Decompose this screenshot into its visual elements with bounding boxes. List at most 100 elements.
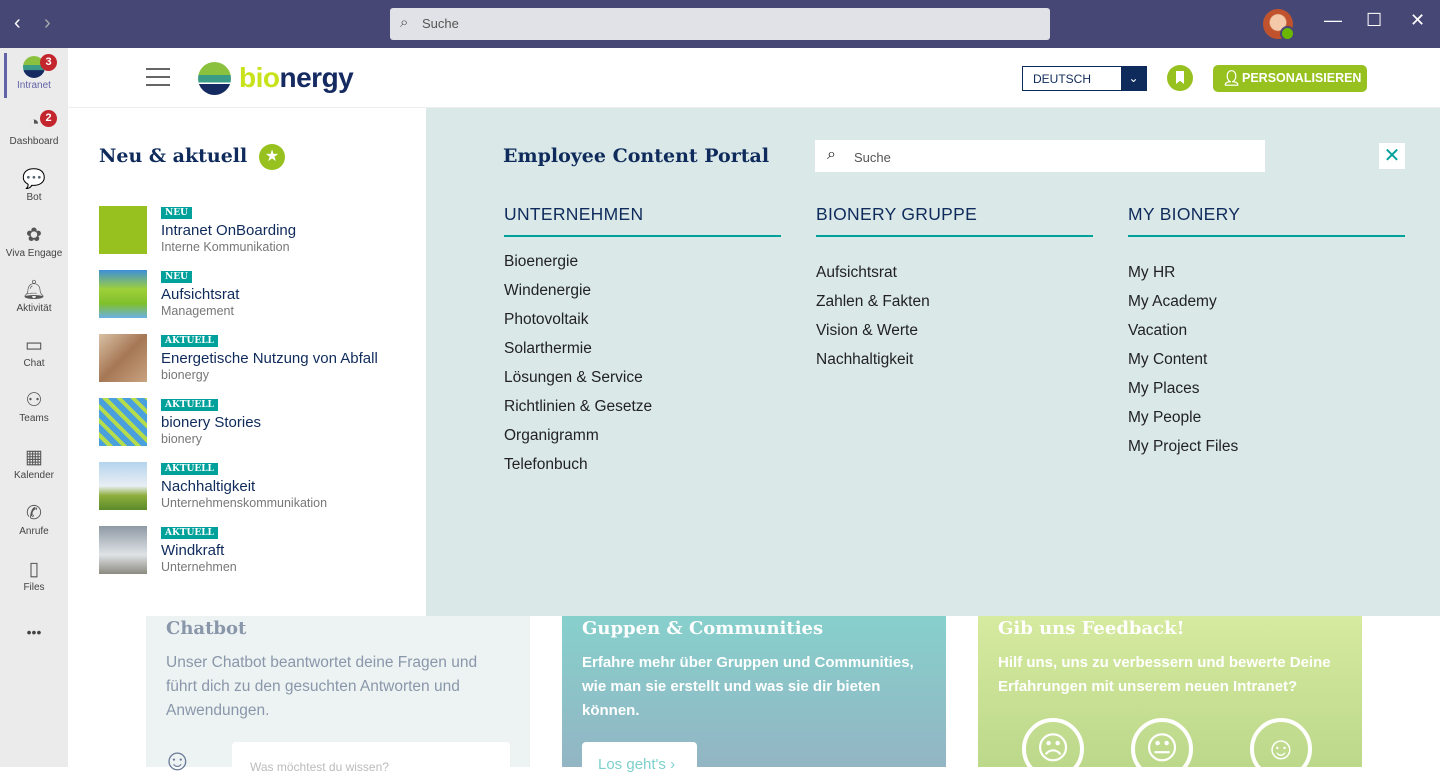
- news-item[interactable]: NEU Aufsichtsrat Management: [99, 270, 419, 320]
- rail-item-intranet[interactable]: 3 Intranet: [0, 54, 68, 91]
- language-select[interactable]: DEUTSCH ⌄: [1022, 66, 1147, 91]
- news-item[interactable]: AKTUELL Energetische Nutzung von Abfall …: [99, 334, 419, 384]
- portal-link[interactable]: My HR: [1128, 258, 1405, 287]
- portal-link[interactable]: Richtlinien & Gesetze: [504, 392, 781, 421]
- news-thumbnail: [99, 398, 147, 446]
- news-thumbnail: [99, 462, 147, 510]
- portal-link[interactable]: Vacation: [1128, 316, 1405, 345]
- global-search-input[interactable]: ⌕ Suche: [390, 8, 1050, 40]
- rail-label: Dashboard: [9, 136, 59, 147]
- portal-link[interactable]: Vision & Werte: [816, 316, 1093, 345]
- sad-face-icon[interactable]: ☹: [1022, 718, 1084, 780]
- news-title: Windkraft: [161, 542, 225, 559]
- portal-search-input[interactable]: ⌕ Suche: [815, 140, 1265, 172]
- news-item[interactable]: AKTUELL Windkraft Unternehmen: [99, 526, 419, 576]
- news-item[interactable]: NEU Intranet OnBoarding Interne Kommunik…: [99, 206, 419, 256]
- los-gehts-button[interactable]: Los geht's ›: [582, 742, 697, 782]
- card-text: Hilf uns, uns zu verbessern und bewerte …: [998, 654, 1331, 695]
- portal-link[interactable]: My Content: [1128, 345, 1405, 374]
- portal-link[interactable]: Windenergie: [504, 276, 781, 305]
- portal-link[interactable]: Nachhaltigkeit: [816, 345, 1093, 374]
- news-item[interactable]: AKTUELL bionery Stories bionery: [99, 398, 419, 448]
- search-placeholder: Suche: [854, 150, 891, 165]
- column-heading: UNTERNEHMEN: [504, 204, 781, 237]
- news-thumbnail: [99, 334, 147, 382]
- star-icon[interactable]: ★: [259, 144, 285, 170]
- news-subtitle: bionery: [161, 432, 202, 446]
- news-tag: AKTUELL: [161, 399, 218, 411]
- portal-link[interactable]: My Places: [1128, 374, 1405, 403]
- happy-face-icon[interactable]: ☺: [1250, 718, 1312, 780]
- portal-link[interactable]: Bioenergie: [504, 247, 781, 276]
- portal-link[interactable]: Solarthermie: [504, 334, 781, 363]
- portal-link[interactable]: Aufsichtsrat: [816, 258, 1093, 287]
- hamburger-menu-icon[interactable]: [146, 68, 170, 86]
- news-item[interactable]: AKTUELL Nachhaltigkeit Unternehmenskommu…: [99, 462, 419, 512]
- portal-link[interactable]: Photovoltaik: [504, 305, 781, 334]
- rail-item-dashboard[interactable]: ◔ 2 Dashboard: [0, 110, 68, 147]
- news-subtitle: bionergy: [161, 368, 209, 382]
- bionergy-logo[interactable]: bionergy: [198, 60, 354, 96]
- news-title: Aufsichtsrat: [161, 286, 240, 303]
- gauge-icon: ◔: [28, 113, 40, 134]
- bell-icon: 🔔︎: [21, 280, 47, 301]
- card-title: Chatbot: [166, 618, 247, 639]
- maximize-icon[interactable]: ☐: [1366, 10, 1382, 31]
- portal-link[interactable]: Telefonbuch: [504, 450, 781, 479]
- user-edit-icon: 👤︎: [1222, 70, 1242, 87]
- portal-link[interactable]: My People: [1128, 403, 1405, 432]
- neutral-face-icon[interactable]: 😐︎: [1131, 718, 1193, 780]
- rail-item-viva-engage[interactable]: ✿ Viva Engage: [0, 224, 68, 259]
- rail-label: Teams: [19, 413, 49, 424]
- news-thumbnail: [99, 206, 147, 254]
- close-icon[interactable]: ✕: [1379, 143, 1405, 169]
- chatbot-input[interactable]: Was möchtest du wissen?: [232, 742, 510, 782]
- news-tag: AKTUELL: [161, 527, 218, 539]
- communities-card: Guppen & Communities Erfahre mehr über G…: [562, 616, 946, 782]
- news-tag: NEU: [161, 207, 192, 219]
- title-bar: ‹ › ⌕ Suche — ☐ ✕: [0, 0, 1440, 48]
- search-placeholder: Suche: [422, 16, 459, 31]
- portal-link[interactable]: My Academy: [1128, 287, 1405, 316]
- avatar[interactable]: [1263, 9, 1295, 41]
- phone-icon: ✆: [26, 503, 42, 524]
- rail-label: Bot: [26, 192, 42, 203]
- news-thumbnail: [99, 526, 147, 574]
- portal-column: BIONERY GRUPPE Aufsichtsrat Zahlen & Fakte…: [816, 204, 1093, 374]
- news-title: Energetische Nutzung von Abfall: [161, 350, 378, 367]
- rail-item-files[interactable]: ▯ Files: [0, 558, 68, 593]
- bot-icon: 💬: [22, 169, 46, 190]
- chatbot-placeholder: Was möchtest du wissen?: [250, 760, 389, 774]
- notification-badge: 2: [40, 110, 57, 127]
- rail-item-anrufe[interactable]: ✆ Anrufe: [0, 502, 68, 537]
- back-icon[interactable]: ‹: [14, 12, 21, 35]
- news-tag: AKTUELL: [161, 335, 218, 347]
- portal-link[interactable]: Lösungen & Service: [504, 363, 781, 392]
- close-window-icon[interactable]: ✕: [1410, 10, 1425, 31]
- rail-label: Viva Engage: [5, 248, 63, 259]
- teams-icon: ⚇: [25, 390, 43, 411]
- news-title: Neu & aktuell: [99, 145, 248, 167]
- portal-link[interactable]: Organigramm: [504, 421, 781, 450]
- news-tag: NEU: [161, 271, 192, 283]
- forward-icon[interactable]: ›: [44, 12, 51, 35]
- app-rail: 3 Intranet ◔ 2 Dashboard 💬 Bot ✿ Viva Engage …: [0, 48, 68, 767]
- news-title: Nachhaltigkeit: [161, 478, 256, 495]
- rail-item-aktivitaet[interactable]: 🔔︎ Aktivität: [0, 279, 68, 314]
- portal-link[interactable]: Zahlen & Fakten: [816, 287, 1093, 316]
- bookmark-icon[interactable]: [1167, 65, 1193, 91]
- rail-item-teams[interactable]: ⚇ Teams: [0, 389, 68, 424]
- search-icon: ⌕: [827, 146, 836, 163]
- rail-item-kalender[interactable]: ▦ Kalender: [0, 446, 68, 481]
- more-apps-button[interactable]: •••: [0, 624, 68, 640]
- minimize-icon[interactable]: —: [1324, 10, 1342, 31]
- column-heading: BIONERY GRUPPE: [816, 204, 1093, 237]
- rail-label: Chat: [23, 358, 45, 369]
- news-subtitle: Unternehmenskommunikation: [161, 496, 328, 510]
- rail-item-bot[interactable]: 💬 Bot: [0, 168, 68, 203]
- rail-item-chat[interactable]: ▭ Chat: [0, 334, 68, 369]
- portal-link[interactable]: My Project Files: [1128, 432, 1405, 461]
- card-text: Erfahre mehr über Gruppen und Communitie…: [582, 654, 914, 719]
- personalize-button[interactable]: 👤︎ PERSONALISIEREN: [1213, 65, 1367, 92]
- rail-label: Kalender: [13, 470, 55, 481]
